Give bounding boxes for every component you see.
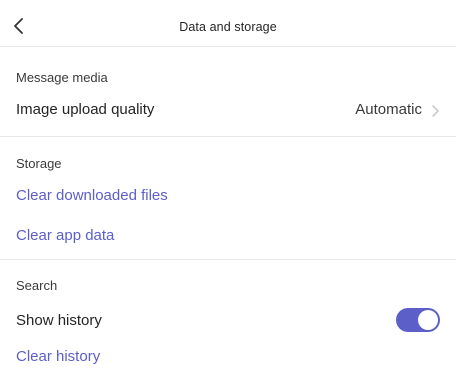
- section-label-storage: Storage: [16, 156, 62, 171]
- chevron-right-icon: [432, 105, 439, 117]
- section-divider-storage: [0, 259, 456, 260]
- header-divider: [0, 46, 456, 47]
- image-upload-quality-row[interactable]: Image upload quality Automatic: [0, 92, 456, 128]
- show-history-label: Show history: [16, 312, 102, 329]
- section-label-search: Search: [16, 278, 58, 293]
- data-and-storage-screen: Data and storage Message media Image upl…: [0, 0, 456, 370]
- section-label-message-media: Message media: [16, 70, 108, 85]
- clear-downloaded-files-link[interactable]: Clear downloaded files: [16, 187, 168, 204]
- image-upload-quality-label: Image upload quality: [16, 101, 155, 118]
- section-divider-message-media: [0, 136, 456, 137]
- header: Data and storage: [0, 0, 456, 46]
- clear-app-data-link[interactable]: Clear app data: [16, 227, 114, 244]
- image-upload-quality-value: Automatic: [355, 101, 422, 118]
- toggle-knob: [418, 310, 438, 330]
- clear-history-link[interactable]: Clear history: [16, 348, 100, 365]
- show-history-toggle[interactable]: [396, 308, 440, 332]
- page-title: Data and storage: [179, 20, 277, 34]
